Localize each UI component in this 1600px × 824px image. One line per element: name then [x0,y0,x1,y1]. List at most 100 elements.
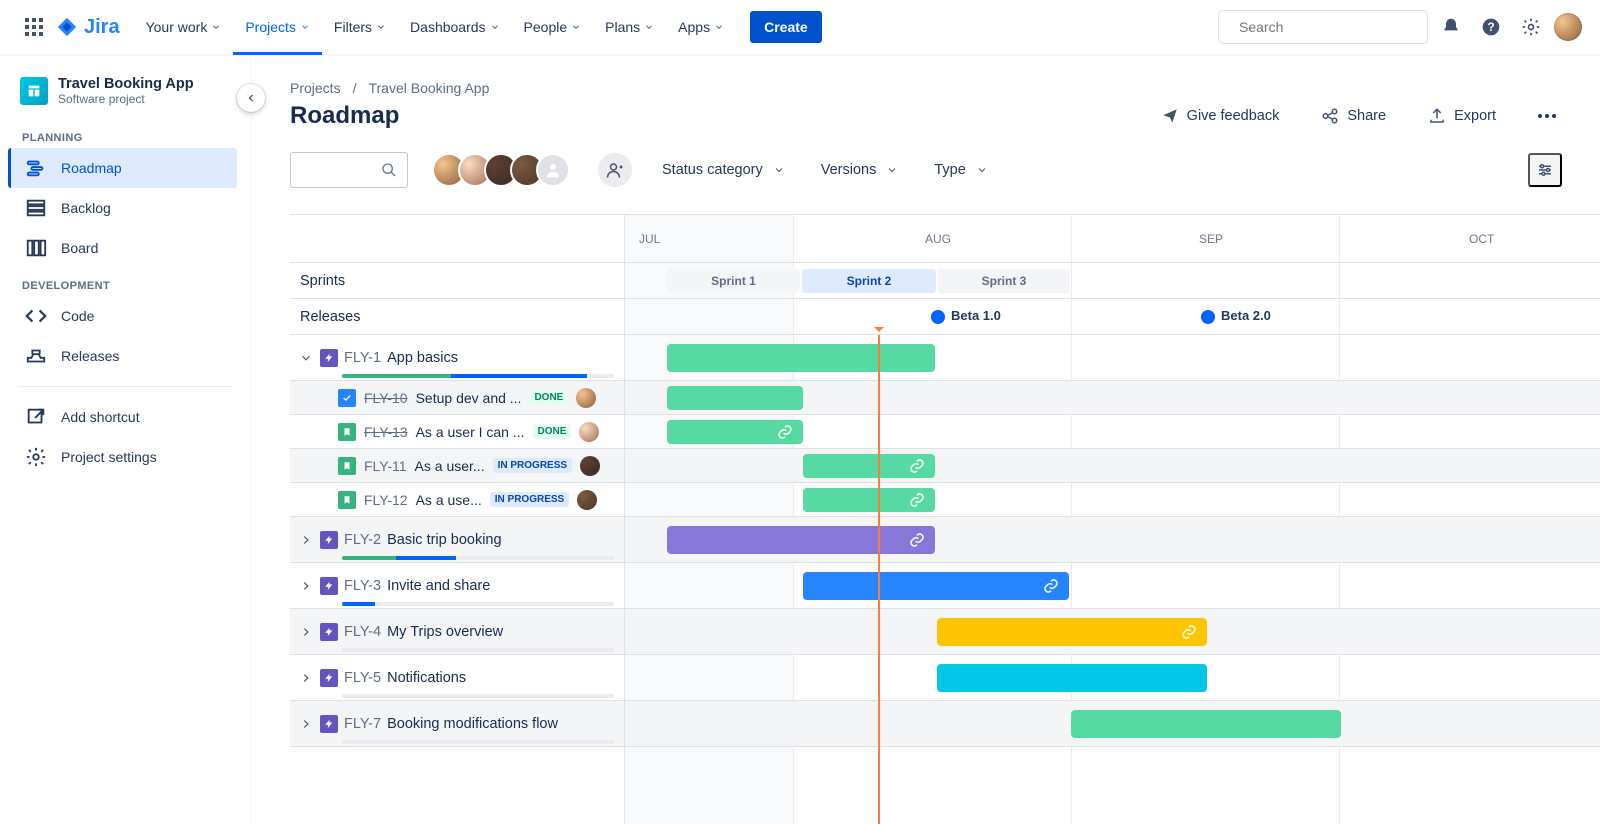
epic-bar-fly-4[interactable] [937,618,1207,646]
sidebar-add-shortcut[interactable]: Add shortcut [11,397,240,437]
status-badge: IN PROGRESS [490,492,569,507]
expand-toggle[interactable] [298,624,314,640]
issue-bar-fly-10[interactable] [667,386,803,410]
breadcrumb-project[interactable]: Travel Booking App [368,80,489,96]
epic-bar-fly-3[interactable] [803,572,1069,600]
type-filter[interactable]: Type [928,161,993,179]
search-input[interactable] [1237,18,1422,36]
sidebar-item-roadmap[interactable]: Roadmap [8,148,237,188]
assignee-avatar[interactable] [580,456,600,476]
epic-row-fly-2[interactable]: FLY-2 Basic trip booking [290,517,624,563]
profile-avatar[interactable] [1554,13,1582,41]
epic-row-fly-7[interactable]: FLY-7 Booking modifications flow [290,701,624,747]
notifications-icon[interactable] [1434,10,1468,44]
issue-row-fly-11[interactable]: FLY-11As a user...IN PROGRESS [290,449,624,483]
issue-row-fly-13[interactable]: FLY-13As a user I can ...DONE [290,415,624,449]
breadcrumb: Projects / Travel Booking App [290,80,1600,96]
svg-text:?: ? [1487,21,1494,34]
export-button[interactable]: Export [1422,106,1502,126]
give-feedback-button[interactable]: Give feedback [1155,106,1286,126]
sprint-sprint-1[interactable]: Sprint 1 [667,269,800,293]
expand-toggle[interactable] [298,716,314,732]
nav-filters[interactable]: Filters [322,0,398,55]
sidebar-item-backlog[interactable]: Backlog [11,188,240,228]
project-name: Travel Booking App [58,76,194,92]
epic-bar-fly-1[interactable] [667,344,935,372]
epic-bar-fly-5[interactable] [937,664,1207,692]
today-marker [878,335,880,824]
issue-bar-fly-12[interactable] [803,488,935,512]
status-badge: DONE [529,390,568,405]
versions-filter[interactable]: Versions [815,161,905,179]
expand-toggle[interactable] [298,578,314,594]
view-settings-button[interactable] [1528,153,1562,187]
roadmap-search[interactable] [290,152,408,188]
expand-toggle[interactable] [298,532,314,548]
nav-projects[interactable]: Projects [233,0,322,55]
release-beta-2-0[interactable]: Beta 2.0 [1221,308,1271,323]
timeline-months-header: JUL AUG SEP OCT [625,215,1600,263]
project-icon [20,77,48,105]
breadcrumb-projects[interactable]: Projects [290,80,341,96]
assignee-avatar[interactable] [579,422,599,442]
sprints-row-label: Sprints [290,263,624,299]
top-nav: Jira Your work Projects Filters Dashboar… [0,0,1600,56]
status-category-filter[interactable]: Status category [656,161,791,179]
epic-row-fly-1[interactable]: FLY-1 App basics [290,335,624,381]
epic-bar-fly-7[interactable] [1071,710,1341,738]
nav-people[interactable]: People [512,0,594,55]
sidebar-item-board[interactable]: Board [11,228,240,268]
project-type: Software project [58,92,194,106]
sprints-track: Sprint 1Sprint 2Sprint 3 [625,263,1600,299]
more-actions-button[interactable] [1532,113,1562,119]
expand-toggle[interactable] [298,670,314,686]
task-icon [338,389,356,407]
nav-your-work[interactable]: Your work [134,0,234,55]
app-switcher-icon[interactable] [18,11,50,43]
create-button[interactable]: Create [750,11,822,43]
nav-apps[interactable]: Apps [666,0,736,55]
release-beta-1-0[interactable]: Beta 1.0 [951,308,1001,323]
story-icon [338,457,356,475]
planning-section-header: PLANNING [8,120,243,148]
nav-plans[interactable]: Plans [593,0,666,55]
collapse-sidebar-button[interactable] [237,84,265,112]
sidebar-item-code[interactable]: Code [11,296,240,336]
releases-track: Beta 1.0 Beta 2.0 [625,299,1600,335]
page-title: Roadmap [290,102,399,130]
epic-row-fly-5[interactable]: FLY-5 Notifications [290,655,624,701]
help-icon[interactable]: ? [1474,10,1508,44]
story-icon [338,423,356,441]
story-icon [338,491,356,509]
add-person-button[interactable] [598,153,632,187]
share-button[interactable]: Share [1315,106,1392,126]
assignee-avatar[interactable] [577,490,597,510]
releases-row-label: Releases [290,299,624,335]
epic-icon [320,349,338,367]
global-search[interactable] [1218,10,1428,44]
epic-icon [320,715,338,733]
sprint-sprint-3[interactable]: Sprint 3 [938,269,1070,293]
project-sidebar: Travel Booking App Software project PLAN… [0,56,252,824]
nav-dashboards[interactable]: Dashboards [398,0,512,55]
epic-row-fly-4[interactable]: FLY-4 My Trips overview [290,609,624,655]
assignee-filter[interactable] [432,153,570,187]
jira-logo[interactable]: Jira [56,16,120,39]
status-badge: DONE [533,424,572,439]
issue-bar-fly-13[interactable] [667,420,803,444]
sidebar-item-releases[interactable]: Releases [11,336,240,376]
status-badge: IN PROGRESS [493,458,572,473]
expand-toggle[interactable] [298,350,314,366]
issue-row-fly-10[interactable]: FLY-10Setup dev and ...DONE [290,381,624,415]
epic-row-fly-3[interactable]: FLY-3 Invite and share [290,563,624,609]
epic-icon [320,577,338,595]
sidebar-project-settings[interactable]: Project settings [11,437,240,477]
issue-row-fly-12[interactable]: FLY-12As a use...IN PROGRESS [290,483,624,517]
sprint-sprint-2[interactable]: Sprint 2 [802,269,936,293]
assignee-avatar[interactable] [576,388,596,408]
issue-bar-fly-11[interactable] [803,454,935,478]
settings-icon[interactable] [1514,10,1548,44]
epic-bar-fly-2[interactable] [667,526,935,554]
epic-icon [320,623,338,641]
epic-icon [320,669,338,687]
